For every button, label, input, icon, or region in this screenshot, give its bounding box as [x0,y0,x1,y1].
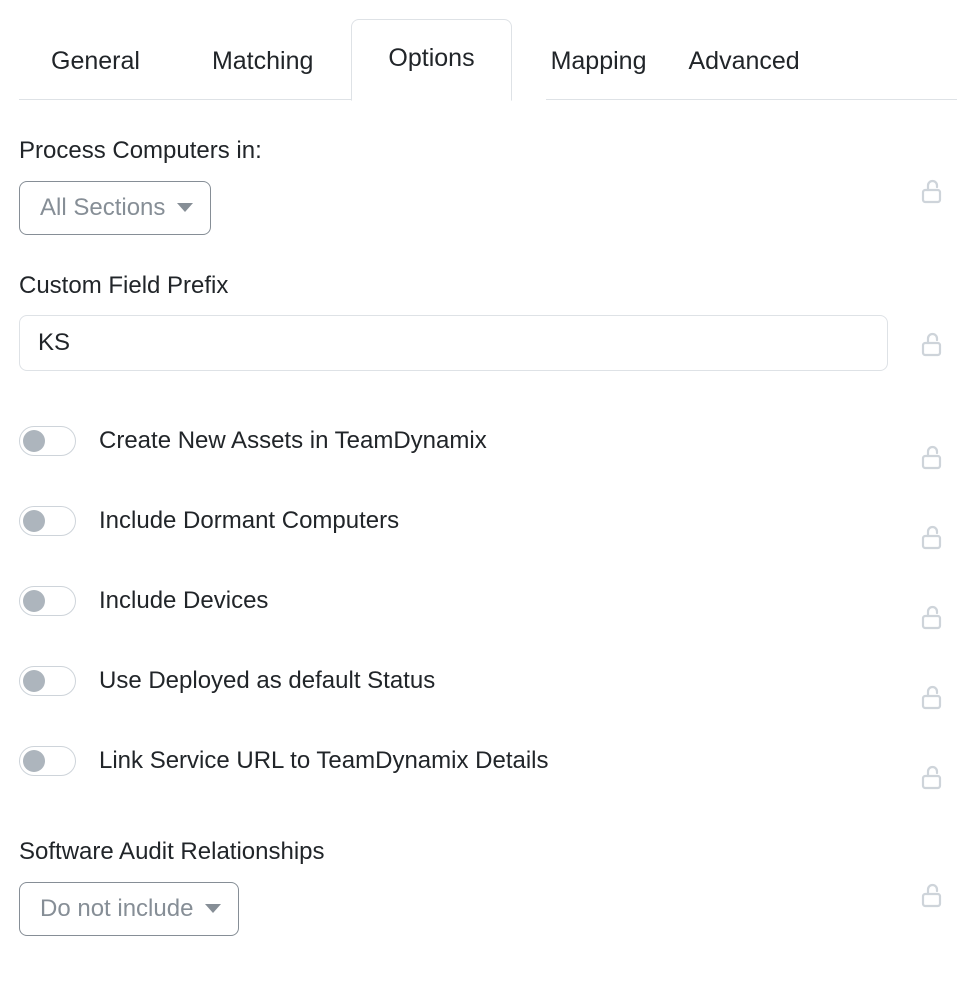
toggle-use-deployed-status[interactable] [19,666,76,696]
tab-bar: General Matching Options Mapping Advance… [0,0,976,100]
toggle-knob [23,590,45,612]
toggle-row-use-deployed-status: Use Deployed as default Status [19,641,957,721]
tab-advanced[interactable]: Advanced [688,49,799,100]
chevron-down-icon [205,904,221,913]
lock-icon-include-dormant-computers[interactable] [920,523,946,553]
toggle-label-link-service-url: Link Service URL to TeamDynamix Details [99,747,549,776]
toggle-knob [23,510,45,532]
process-computers-select[interactable]: All Sections [19,181,211,235]
toggle-knob [23,670,45,692]
lock-icon-software-audit[interactable] [920,881,946,911]
chevron-down-icon [177,203,193,212]
toggle-label-use-deployed-status: Use Deployed as default Status [99,667,435,696]
toggle-knob [23,430,45,452]
toggle-link-service-url[interactable] [19,746,76,776]
toggle-row-create-new-assets: Create New Assets in TeamDynamix [19,401,957,481]
software-audit-select[interactable]: Do not include [19,882,239,936]
options-panel: Process Computers in: All Sections Custo… [0,137,976,936]
toggle-knob [23,750,45,772]
toggle-label-include-dormant-computers: Include Dormant Computers [99,507,399,536]
lock-icon-include-devices[interactable] [920,603,946,633]
toggle-row-include-devices: Include Devices [19,561,957,641]
tab-matching[interactable]: Matching [212,49,313,100]
tab-options[interactable]: Options [351,19,511,101]
tab-mapping[interactable]: Mapping [551,49,647,100]
toggle-label-include-devices: Include Devices [99,587,268,616]
software-audit-label: Software Audit Relationships [19,838,957,867]
toggle-list: Create New Assets in TeamDynamix Include… [19,401,957,801]
lock-icon-create-new-assets[interactable] [920,443,946,473]
custom-field-prefix-input[interactable] [19,315,888,371]
toggle-row-link-service-url: Link Service URL to TeamDynamix Details [19,721,957,801]
toggle-row-include-dormant-computers: Include Dormant Computers [19,481,957,561]
lock-icon-use-deployed-status[interactable] [920,683,946,713]
tab-general[interactable]: General [51,49,140,100]
process-computers-value: All Sections [40,195,165,221]
lock-icon-process-computers[interactable] [920,177,946,207]
tab-list: General Matching Options Mapping Advance… [19,0,800,100]
toggle-label-create-new-assets: Create New Assets in TeamDynamix [99,427,487,456]
lock-icon-link-service-url[interactable] [920,763,946,793]
custom-field-prefix-label: Custom Field Prefix [19,272,957,301]
tab-options-label: Options [388,46,474,71]
lock-icon-custom-field-prefix[interactable] [920,330,946,360]
process-computers-label: Process Computers in: [19,137,957,166]
toggle-include-dormant-computers[interactable] [19,506,76,536]
toggle-include-devices[interactable] [19,586,76,616]
software-audit-value: Do not include [40,896,193,922]
toggle-create-new-assets[interactable] [19,426,76,456]
